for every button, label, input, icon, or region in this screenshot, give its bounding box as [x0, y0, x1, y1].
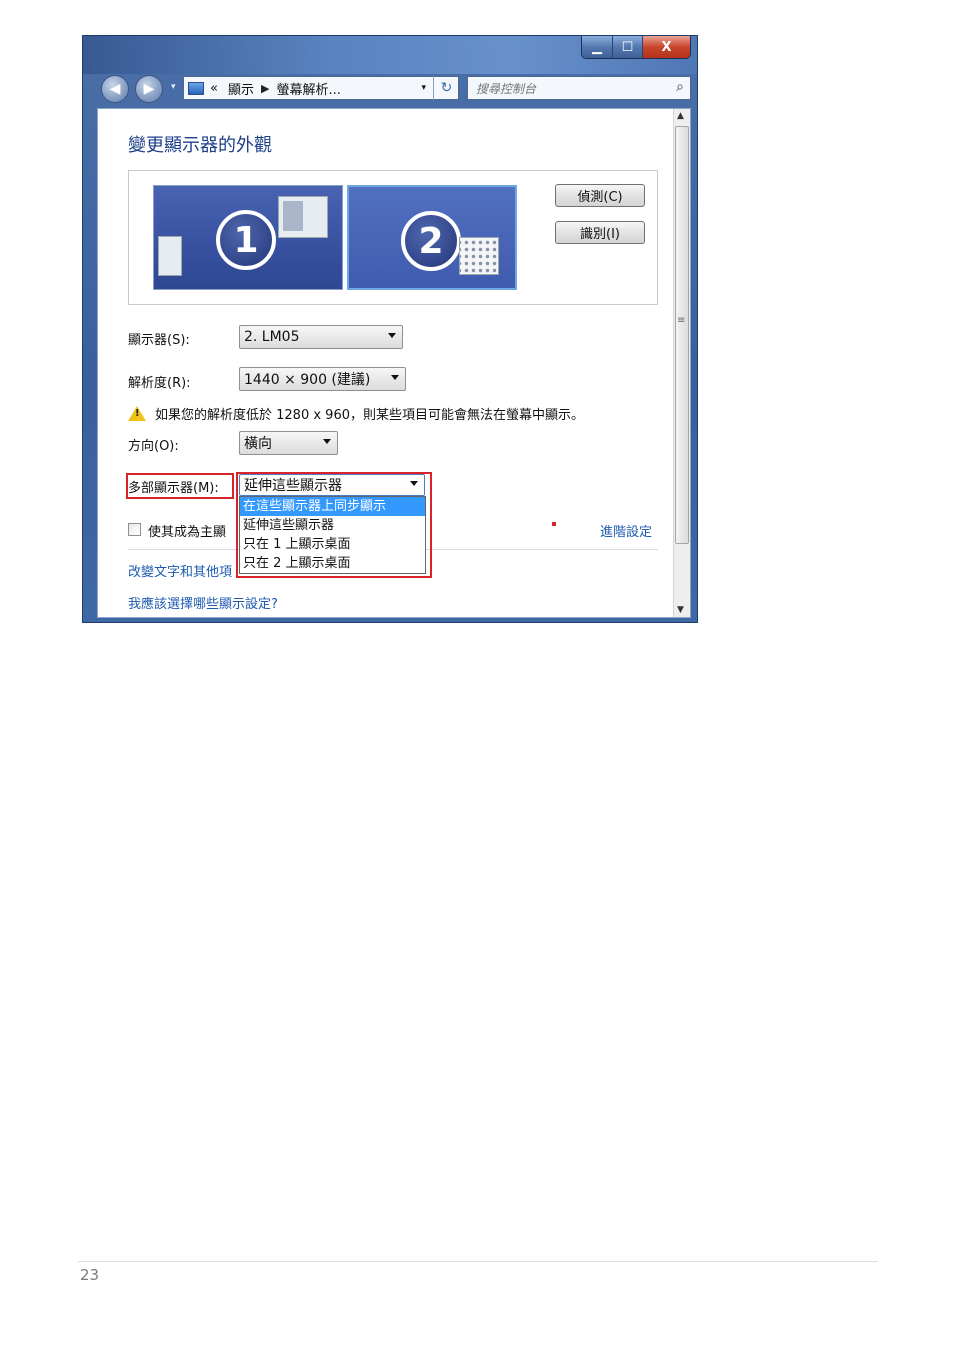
back-button[interactable]: ◀: [101, 75, 129, 103]
scroll-down-icon[interactable]: ▼: [677, 605, 684, 615]
address-overflow-chevron[interactable]: «: [210, 81, 218, 96]
minimize-button[interactable]: ▁: [582, 36, 612, 58]
maximize-button[interactable]: ☐: [612, 36, 642, 58]
refresh-button[interactable]: ↻: [433, 76, 459, 100]
close-button[interactable]: X: [642, 36, 690, 58]
content-pane: 變更顯示器的外觀 1 2 偵測(C) 識別(I) 顯示器(S): 2. LM05…: [97, 108, 691, 618]
breadcrumb-screen-resolution[interactable]: 螢幕解析...: [276, 79, 340, 98]
search-input[interactable]: [474, 78, 658, 100]
recent-pages-dropdown[interactable]: ▾: [171, 82, 176, 92]
search-box[interactable]: ⌕: [467, 76, 691, 100]
orientation-select-value: 橫向: [244, 436, 272, 452]
orientation-label: 方向(O):: [128, 439, 179, 454]
navigation-bar: ◀ ▶ ▾ « 顯示 ▶ 螢幕解析... ▾ ↻ ⌕: [101, 74, 693, 104]
address-bar[interactable]: « 顯示 ▶ 螢幕解析... ▾: [183, 76, 459, 100]
address-dropdown-icon[interactable]: ▾: [421, 83, 426, 93]
refresh-icon: ↻: [440, 80, 453, 96]
control-panel-icon: [188, 81, 204, 95]
detect-button[interactable]: 偵測(C): [555, 184, 645, 207]
page-number: 23: [80, 1266, 100, 1284]
display-settings-window: ▁ ☐ X ◀ ▶ ▾ « 顯示 ▶ 螢幕解析... ▾ ↻ ⌕ 變更顯示器的外…: [82, 35, 698, 623]
annotation-box-label: [126, 473, 234, 499]
monitor-2[interactable]: 2: [347, 185, 517, 290]
orientation-select[interactable]: 橫向: [239, 431, 338, 455]
warning-text: 如果您的解析度低於 1280 x 960，則某些項目可能會無法在螢幕中顯示。: [155, 408, 584, 423]
make-main-display-checkbox[interactable]: [128, 523, 141, 536]
window-controls: ▁ ☐ X: [581, 36, 691, 59]
annotation-dot: [552, 522, 556, 526]
resolution-warning: 如果您的解析度低於 1280 x 960，則某些項目可能會無法在螢幕中顯示。: [128, 404, 584, 423]
back-arrow-icon: ◀: [109, 81, 121, 97]
monitor-number-badge: 2: [401, 211, 461, 271]
chevron-down-icon: [391, 375, 399, 380]
text-size-link[interactable]: 改變文字和其他項: [128, 561, 232, 580]
footer-divider: [78, 1261, 878, 1262]
breadcrumb-separator-icon[interactable]: ▶: [261, 82, 269, 95]
chevron-down-icon: [323, 439, 331, 444]
window-thumbnail-icon: [158, 236, 182, 276]
breadcrumb-display[interactable]: 顯示: [228, 79, 254, 98]
page-title: 變更顯示器的外觀: [128, 135, 272, 156]
advanced-settings-link[interactable]: 進階設定: [600, 521, 652, 540]
monitor-1[interactable]: 1: [153, 185, 343, 290]
which-display-settings-link[interactable]: 我應該選擇哪些顯示設定?: [128, 593, 278, 612]
scrollbar-grip-icon: ≡: [677, 315, 686, 326]
monitor-arrangement-panel: 1 2 偵測(C) 識別(I): [128, 170, 658, 305]
vertical-scrollbar[interactable]: ▲ ≡ ▼: [673, 109, 690, 617]
display-select-value: 2. LM05: [244, 329, 300, 345]
resolution-select[interactable]: 1440 × 900 (建議): [239, 367, 406, 391]
search-icon[interactable]: ⌕: [676, 79, 684, 95]
calculator-thumbnail-icon: [459, 237, 499, 275]
scroll-up-icon[interactable]: ▲: [677, 111, 684, 121]
make-main-display-label[interactable]: 使其成為主顯: [148, 521, 226, 540]
annotation-box-dropdown: [236, 472, 432, 578]
scrollbar-thumb[interactable]: [675, 126, 689, 544]
chevron-down-icon: [388, 333, 396, 338]
display-label: 顯示器(S):: [128, 333, 190, 348]
forward-button[interactable]: ▶: [135, 75, 163, 103]
resolution-select-value: 1440 × 900 (建議): [244, 372, 371, 388]
resolution-label: 解析度(R):: [128, 376, 191, 391]
identify-button[interactable]: 識別(I): [555, 221, 645, 244]
forward-arrow-icon: ▶: [143, 81, 155, 97]
display-select[interactable]: 2. LM05: [239, 325, 403, 349]
monitor-number-badge: 1: [216, 210, 276, 270]
window-thumbnail-icon: [278, 196, 328, 238]
warning-icon: [128, 406, 146, 421]
